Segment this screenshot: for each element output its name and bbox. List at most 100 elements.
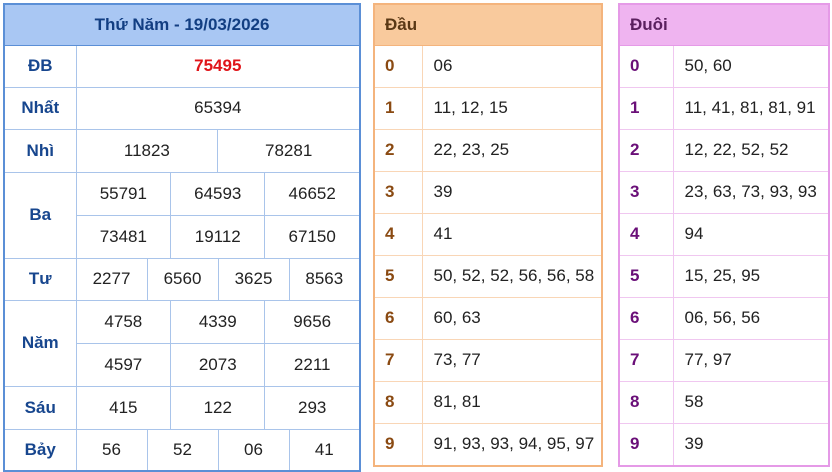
head-digit: 4 xyxy=(373,212,423,256)
head-digit: 8 xyxy=(373,380,423,424)
tail-values: 12, 22, 52, 52 xyxy=(672,128,830,172)
prize-split: 415 122 293 xyxy=(76,386,360,429)
tail-row: 4 94 xyxy=(618,212,830,256)
tail-values: 06, 56, 56 xyxy=(672,296,830,340)
head-row: 9 91, 93, 93, 94, 95, 97 xyxy=(373,422,603,467)
results-title: Thứ Năm - 19/03/2026 xyxy=(3,3,361,46)
prize-label: Nhì xyxy=(3,128,77,173)
head-row: 3 39 xyxy=(373,170,603,214)
head-row: 8 81, 81 xyxy=(373,380,603,424)
prize-number: 78281 xyxy=(265,140,313,160)
tail-values: 50, 60 xyxy=(672,44,830,88)
head-values: 73, 77 xyxy=(421,338,603,382)
prize-number: 4597 xyxy=(76,343,172,386)
tail-values: 94 xyxy=(672,212,830,256)
head-values: 39 xyxy=(421,170,603,214)
prize-number: 19112 xyxy=(170,215,266,258)
prize-number: 46652 xyxy=(288,183,336,203)
prize-label: Tư xyxy=(3,257,77,301)
prize-number: 64593 xyxy=(170,172,266,215)
special-prize-number: 75495 xyxy=(75,44,361,88)
prize-number: 2211 xyxy=(293,354,331,374)
head-row: 4 41 xyxy=(373,212,603,256)
head-digit: 7 xyxy=(373,338,423,382)
prize-row-nhi: Nhì 11823 78281 xyxy=(3,128,361,173)
head-values: 06 xyxy=(421,44,603,88)
prize-number: 6560 xyxy=(146,257,219,301)
head-row: 0 06 xyxy=(373,44,603,88)
head-row: 7 73, 77 xyxy=(373,338,603,382)
tail-values: 15, 25, 95 xyxy=(672,254,830,298)
prize-row-sau: Sáu 415 122 293 xyxy=(3,385,361,430)
head-values: 50, 52, 52, 56, 56, 58 xyxy=(421,254,603,298)
head-digit: 0 xyxy=(373,44,423,88)
tail-row: 5 15, 25, 95 xyxy=(618,254,830,298)
tail-digit: 5 xyxy=(618,254,674,298)
head-table: Đầu 0 06 1 11, 12, 15 2 22, 23, 25 3 39 4 41 … xyxy=(373,3,603,467)
prize-label: Bảy xyxy=(3,428,77,472)
tail-digit: 7 xyxy=(618,338,674,382)
head-digit: 1 xyxy=(373,86,423,130)
tail-values: 58 xyxy=(672,380,830,424)
head-row: 6 60, 63 xyxy=(373,296,603,340)
prize-number: 415 xyxy=(76,386,172,429)
head-digit: 3 xyxy=(373,170,423,214)
tail-table: Đuôi 0 50, 60 1 11, 41, 81, 81, 91 2 12, 22… xyxy=(618,3,830,467)
head-values: 11, 12, 15 xyxy=(421,86,603,130)
results-table: Thứ Năm - 19/03/2026 ĐB 75495 Nhất 65394… xyxy=(3,3,362,472)
prize-row-bay: Bảy 56 52 06 41 xyxy=(3,428,361,472)
tail-row: 2 12, 22, 52, 52 xyxy=(618,128,830,172)
head-digit: 2 xyxy=(373,128,423,172)
head-values: 91, 93, 93, 94, 95, 97 xyxy=(421,422,603,467)
tail-digit: 6 xyxy=(618,296,674,340)
tail-digit: 2 xyxy=(618,128,674,172)
tail-row: 0 50, 60 xyxy=(618,44,830,88)
prize-number: 11823 xyxy=(76,129,219,172)
prize-number: 73481 xyxy=(76,215,172,258)
head-values: 60, 63 xyxy=(421,296,603,340)
prize-number: 67150 xyxy=(288,226,336,246)
prize-number: 41 xyxy=(288,428,361,472)
prize-number: 3625 xyxy=(217,257,290,301)
prize-row-ba: Ba 55791 64593 46652 xyxy=(3,171,361,259)
prize-number: 06 xyxy=(217,428,290,472)
tail-row: 8 58 xyxy=(618,380,830,424)
tail-values: 77, 97 xyxy=(672,338,830,382)
prize-label: ĐB xyxy=(3,44,77,88)
head-values: 81, 81 xyxy=(421,380,603,424)
prize-row-nam: Năm 4758 4339 9656 xyxy=(3,299,361,387)
prize-number: 52 xyxy=(146,428,219,472)
head-title: Đầu xyxy=(373,3,603,46)
prize-number: 293 xyxy=(298,397,327,417)
prize-number: 4339 xyxy=(170,300,266,343)
tail-values: 23, 63, 73, 93, 93 xyxy=(672,170,830,214)
prize-label: Nhất xyxy=(3,86,77,130)
tail-digit: 4 xyxy=(618,212,674,256)
head-row: 1 11, 12, 15 xyxy=(373,86,603,130)
tail-row: 6 06, 56, 56 xyxy=(618,296,830,340)
head-values: 22, 23, 25 xyxy=(421,128,603,172)
tail-digit: 0 xyxy=(618,44,674,88)
prize-split: 4758 4339 9656 xyxy=(76,300,360,343)
prize-number: 8563 xyxy=(288,257,361,301)
prize-number: 65394 xyxy=(75,86,361,130)
head-digit: 5 xyxy=(373,254,423,298)
tail-title: Đuôi xyxy=(618,3,830,46)
tail-digit: 1 xyxy=(618,86,674,130)
prize-number: 122 xyxy=(170,386,266,429)
tail-row: 7 77, 97 xyxy=(618,338,830,382)
prize-number: 9656 xyxy=(293,311,332,331)
prize-number: 4758 xyxy=(76,300,172,343)
prize-split: 11823 78281 xyxy=(76,129,360,172)
prize-number: 2073 xyxy=(170,343,266,386)
head-values: 41 xyxy=(421,212,603,256)
prize-number: 56 xyxy=(75,428,148,472)
prize-label: Ba xyxy=(3,171,77,259)
prize-split: 73481 19112 67150 xyxy=(76,215,360,258)
head-digit: 6 xyxy=(373,296,423,340)
tail-row: 3 23, 63, 73, 93, 93 xyxy=(618,170,830,214)
prize-label: Sáu xyxy=(3,385,77,430)
tail-values: 11, 41, 81, 81, 91 xyxy=(672,86,830,130)
tail-values: 39 xyxy=(672,422,830,467)
tail-digit: 9 xyxy=(618,422,674,467)
